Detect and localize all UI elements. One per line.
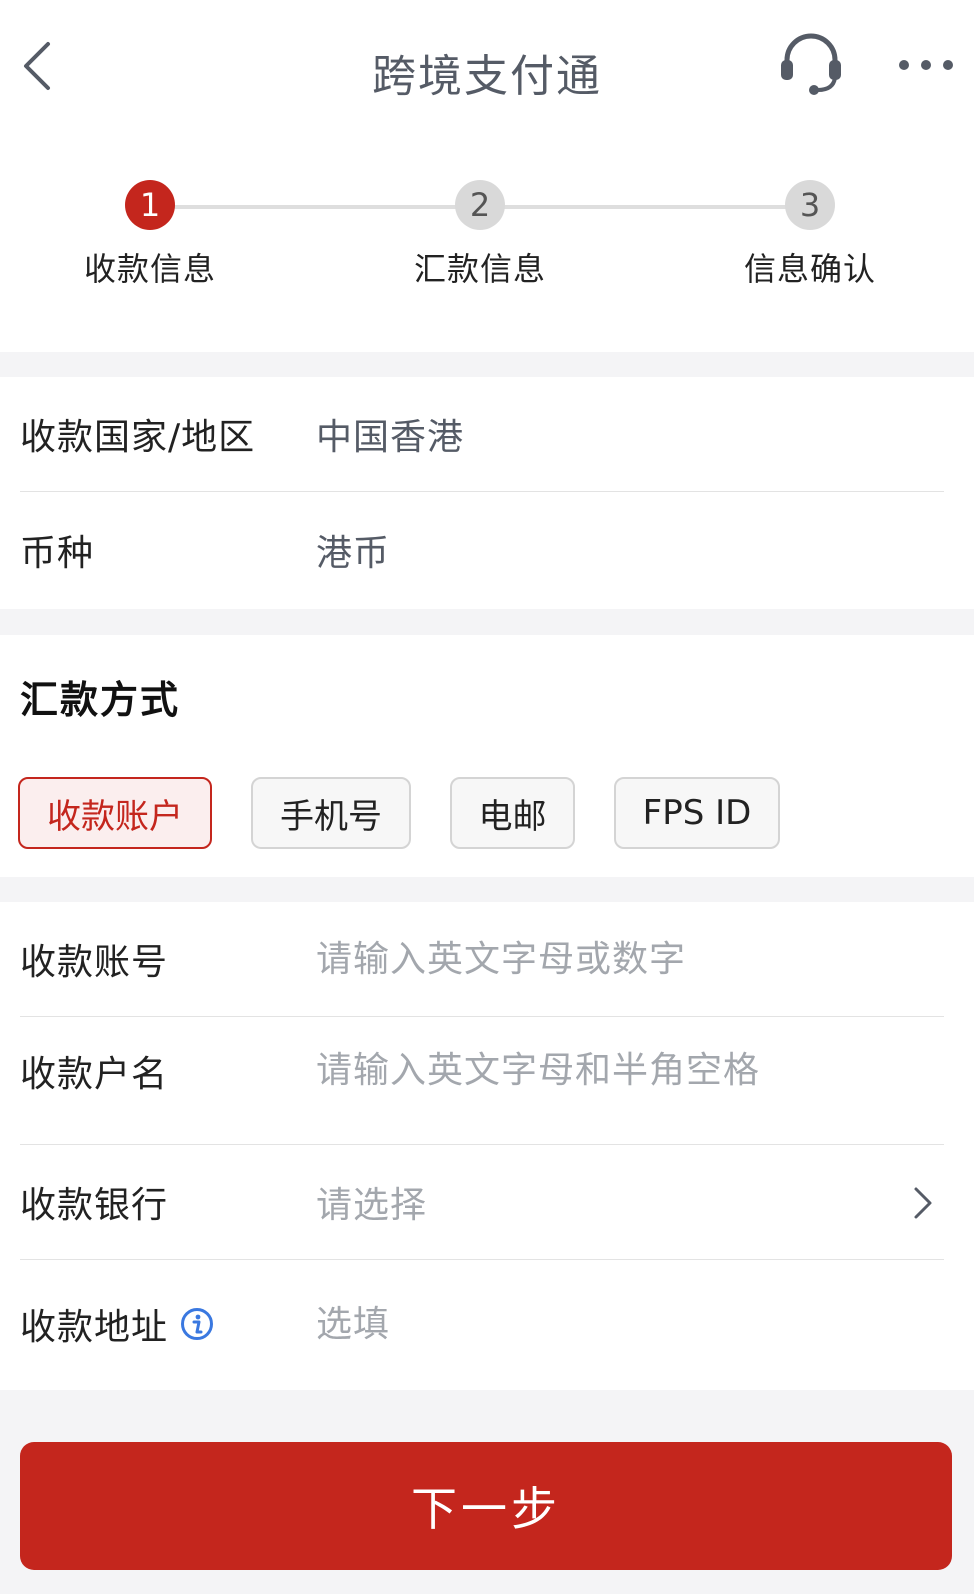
customer-service-button[interactable] xyxy=(778,30,844,98)
currency-value: 港币 xyxy=(316,532,391,574)
account-label: 收款账号 xyxy=(20,942,169,983)
step-1-number: 1 xyxy=(125,180,175,230)
country-row: 收款国家/地区 中国香港 xyxy=(20,377,944,492)
currency-label: 币种 xyxy=(20,532,95,574)
account-row: 收款账号 xyxy=(20,902,944,1017)
address-input[interactable] xyxy=(316,1260,916,1388)
more-button[interactable] xyxy=(896,52,956,78)
address-label: 收款地址 xyxy=(20,1307,169,1348)
step-3-number: 3 xyxy=(785,180,835,230)
more-dots-icon xyxy=(899,60,953,70)
method-option-phone[interactable]: 手机号 xyxy=(251,777,411,849)
name-label: 收款户名 xyxy=(20,1053,169,1095)
bank-row[interactable]: 收款银行 请选择 xyxy=(20,1145,944,1260)
account-number-input[interactable] xyxy=(316,902,916,1016)
step-1-label: 收款信息 xyxy=(83,250,216,288)
address-label-group: 收款地址 xyxy=(20,1260,214,1388)
step-1: 1 收款信息 xyxy=(30,180,270,290)
bank-select[interactable]: 请选择 xyxy=(316,1145,427,1259)
step-2: 2 汇款信息 xyxy=(360,180,600,290)
bank-label: 收款银行 xyxy=(20,1185,169,1226)
payee-form: 收款账号 收款户名 收款银行 请选择 收款地址 xyxy=(0,902,974,1390)
step-2-number: 2 xyxy=(455,180,505,230)
step-3-label: 信息确认 xyxy=(743,250,876,288)
currency-row: 币种 港币 xyxy=(20,492,944,607)
region-section: 收款国家/地区 中国香港 币种 港币 xyxy=(0,377,974,609)
country-value: 中国香港 xyxy=(316,417,465,458)
step-3: 3 信息确认 xyxy=(690,180,930,290)
info-icon[interactable] xyxy=(180,1307,214,1341)
name-row: 收款户名 xyxy=(20,1017,944,1145)
chevron-right-icon xyxy=(914,1187,932,1219)
headset-icon xyxy=(781,33,841,95)
address-row: 收款地址 xyxy=(20,1260,944,1388)
remittance-method-section: 汇款方式 收款账户 手机号 电邮 FPS ID xyxy=(0,635,974,877)
account-name-input[interactable] xyxy=(316,1017,916,1144)
progress-steps: 1 收款信息 2 汇款信息 3 信息确认 xyxy=(0,140,974,352)
next-step-button[interactable]: 下一步 xyxy=(20,1442,952,1570)
method-option-email[interactable]: 电邮 xyxy=(450,777,575,849)
method-option-account[interactable]: 收款账户 xyxy=(18,777,212,849)
method-option-fps-id[interactable]: FPS ID xyxy=(614,777,780,849)
country-label: 收款国家/地区 xyxy=(20,417,256,458)
navigation-bar: 跨境支付通 xyxy=(0,0,974,140)
step-2-label: 汇款信息 xyxy=(413,250,546,288)
remittance-method-title: 汇款方式 xyxy=(20,678,181,722)
